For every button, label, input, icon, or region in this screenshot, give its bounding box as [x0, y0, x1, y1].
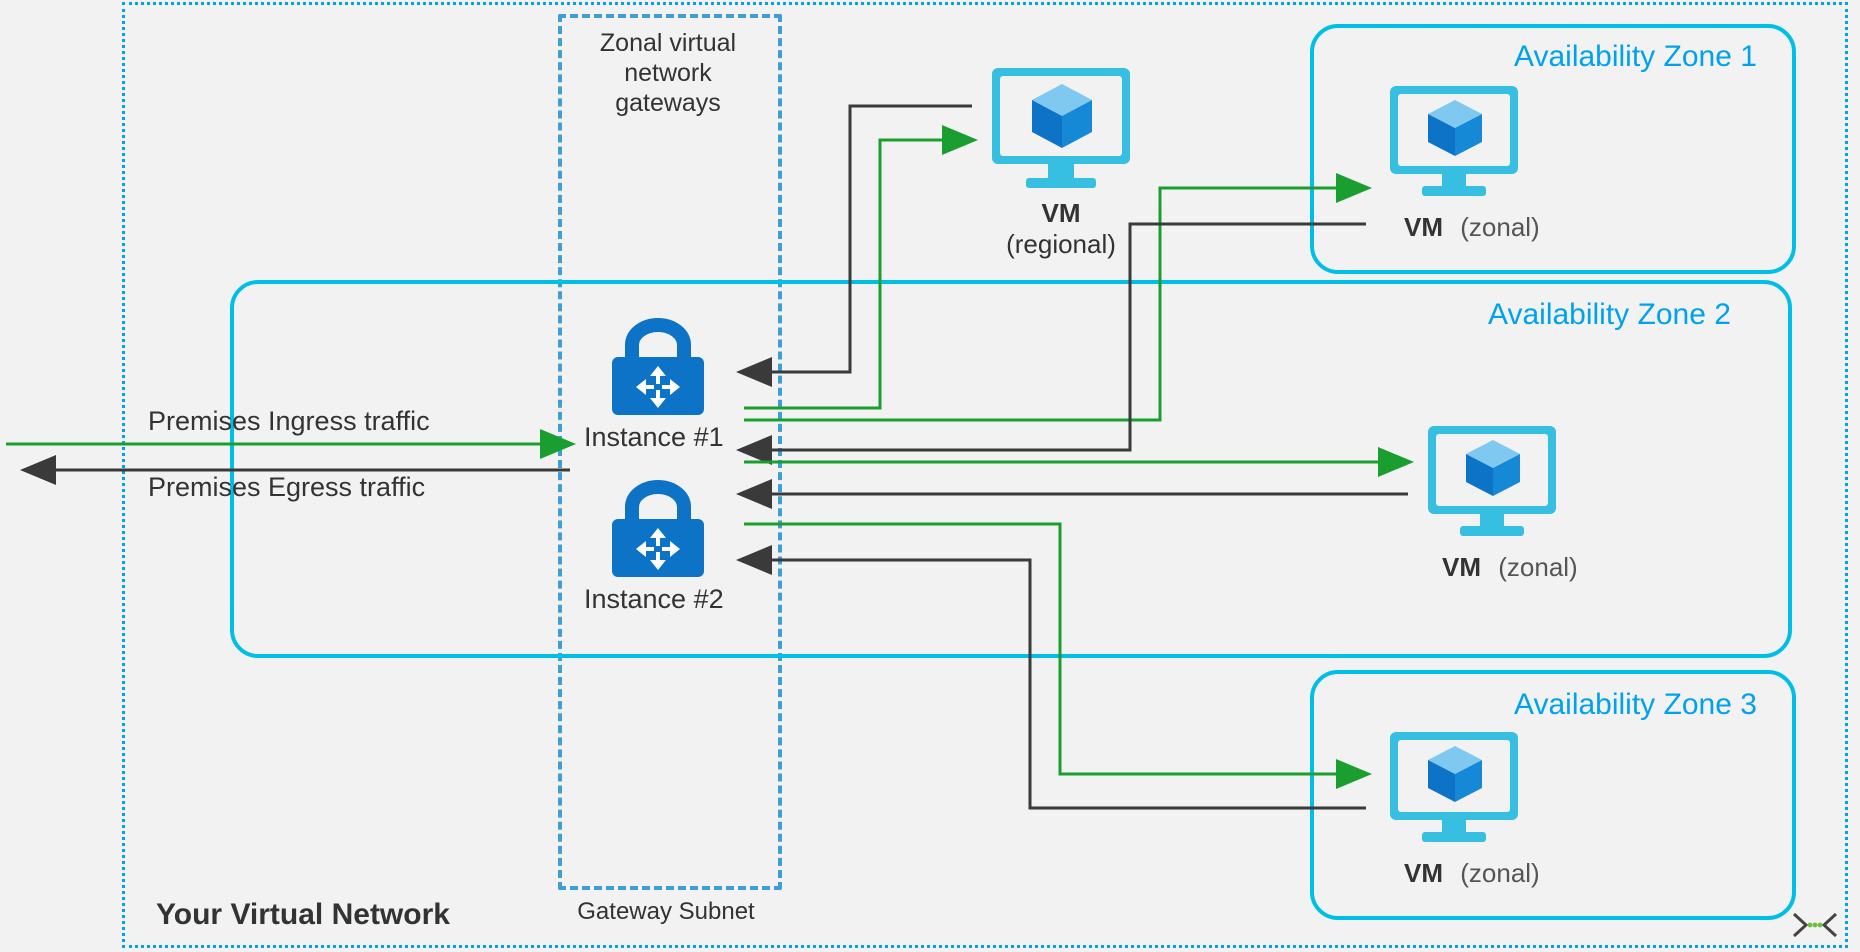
vm-regional-title: VM — [1042, 198, 1081, 228]
zone2-title: Availability Zone 2 — [1488, 298, 1731, 332]
ingress-label: Premises Ingress traffic — [148, 406, 430, 437]
vm-regional-label: VM (regional) — [986, 198, 1136, 260]
vm-zone3-icon — [1384, 726, 1524, 859]
vm-z3-title: VM — [1404, 858, 1443, 888]
zone3-title: Availability Zone 3 — [1514, 688, 1757, 722]
vm-z1-sub: (zonal) — [1460, 212, 1539, 242]
vnet-title: Your Virtual Network — [156, 898, 450, 932]
vm-z3-sub: (zonal) — [1460, 858, 1539, 888]
vm-regional-icon — [986, 62, 1136, 205]
instance2-label: Instance #2 — [584, 584, 724, 615]
diagram-canvas: Your Virtual Network Zonal virtual netwo… — [0, 0, 1860, 952]
vm-z2-sub: (zonal) — [1498, 552, 1577, 582]
vm-zone1-label: VM (zonal) — [1404, 212, 1540, 243]
zone1-title: Availability Zone 1 — [1514, 40, 1757, 74]
vm-z2-title: VM — [1442, 552, 1481, 582]
gateway-title: Zonal virtual network gateways — [568, 28, 768, 118]
egress-label: Premises Egress traffic — [148, 472, 425, 503]
vm-zone1-icon — [1384, 80, 1524, 213]
vm-zone2-label: VM (zonal) — [1442, 552, 1578, 583]
vm-zone3-label: VM (zonal) — [1404, 858, 1540, 889]
gateway-subnet-label: Gateway Subnet — [558, 898, 774, 926]
corner-badge-icon — [1788, 908, 1842, 942]
vm-z1-title: VM — [1404, 212, 1443, 242]
vm-regional-subtitle: (regional) — [1006, 229, 1116, 259]
gateway-instance-2-icon — [598, 474, 718, 589]
gateway-instance-1-icon — [598, 312, 718, 427]
vm-zone2-icon — [1422, 420, 1562, 553]
instance1-label: Instance #1 — [584, 422, 724, 453]
